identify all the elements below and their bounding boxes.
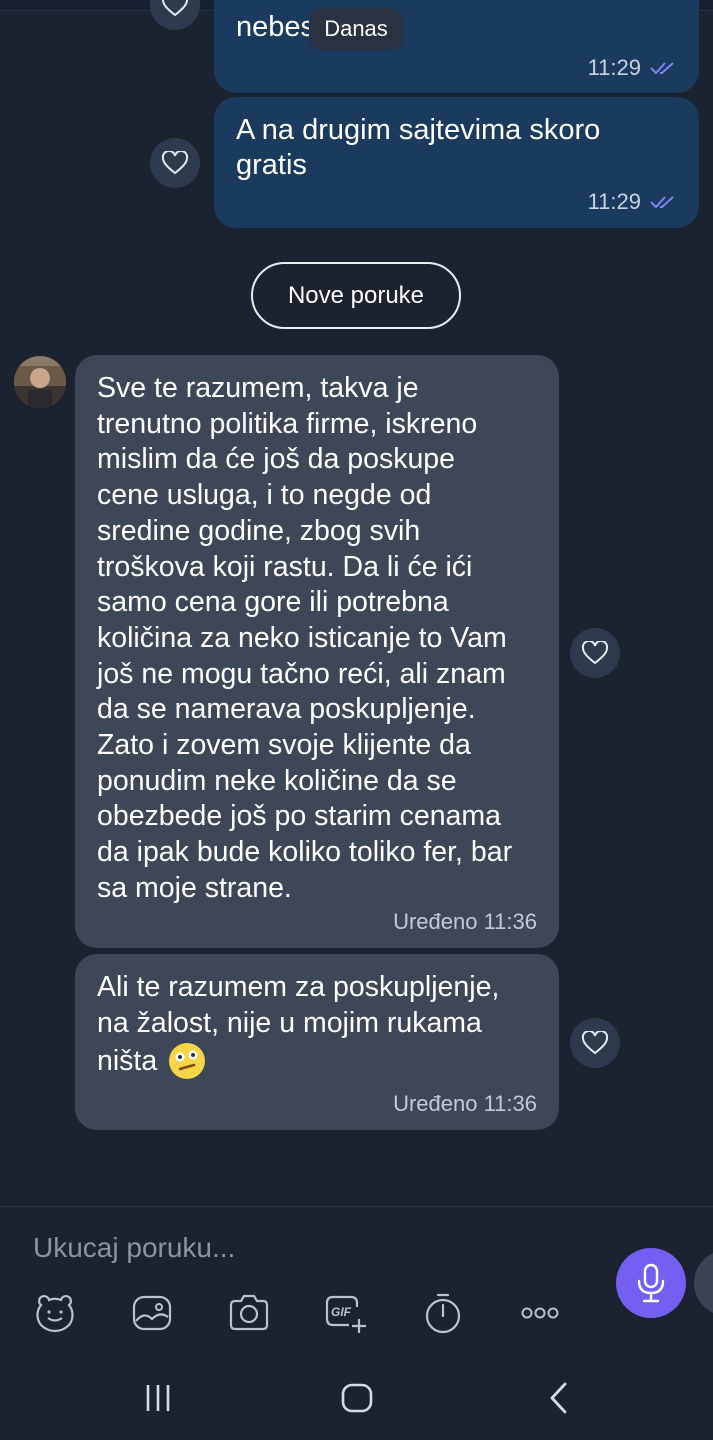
home-button[interactable]	[337, 1378, 377, 1418]
gif-button[interactable]: GIF	[322, 1290, 368, 1336]
camera-button[interactable]	[226, 1290, 272, 1336]
message-line: količina za neko isticanje to Vam	[97, 621, 507, 654]
recents-button[interactable]	[138, 1378, 178, 1418]
composer-divider	[0, 1206, 713, 1207]
gallery-icon	[132, 1295, 172, 1331]
message-meta: Uređeno 11:36	[393, 909, 537, 934]
microphone-icon	[637, 1263, 665, 1303]
timer-icon	[425, 1293, 461, 1334]
heart-icon	[162, 0, 188, 17]
message-meta: 11:29	[588, 55, 677, 81]
like-button[interactable]	[570, 628, 620, 678]
sticker-icon	[36, 1295, 74, 1333]
message-line: još ne mogu tačno reći, ali znam	[97, 657, 506, 690]
message-line-with-emoji: ništa	[97, 1041, 499, 1081]
message-input[interactable]: Ukucaj poruku...	[33, 1232, 235, 1264]
message-time: 11:29	[587, 55, 641, 80]
message-text: A na drugim sajtevima skoro gratis	[236, 114, 601, 181]
timer-button[interactable]	[420, 1290, 466, 1336]
incoming-message[interactable]: Ali te razumem za poskupljenje, na žalos…	[75, 954, 559, 1130]
read-ticks-icon	[650, 196, 674, 209]
message-line: ponudim neke količine da se	[97, 764, 457, 797]
message-time: 11:29	[587, 189, 641, 214]
read-ticks-icon	[650, 62, 674, 75]
heart-icon	[161, 151, 189, 175]
message-line: da ipak bude koliko toliko fer, bar	[97, 836, 513, 869]
gif-icon: GIF	[325, 1295, 366, 1333]
message-line: Ali te razumem za poskupljenje,	[97, 971, 500, 1003]
heart-icon	[581, 641, 609, 665]
message-line: da se namerava poskupljenje.	[97, 693, 476, 726]
outgoing-message[interactable]: A na drugim sajtevima skoro gratis 11:29	[214, 97, 699, 228]
message-line: Zato i zovem svoje klijente da	[97, 729, 471, 762]
incoming-message[interactable]: Sve te razumem, takva je trenutno politi…	[75, 355, 559, 948]
recents-icon	[146, 1385, 170, 1411]
message-meta: Uređeno 11:36	[393, 1091, 537, 1116]
message-text: Ali te razumem za poskupljenje, na žalos…	[97, 970, 499, 1081]
message-line: ništa	[97, 1044, 158, 1077]
back-button[interactable]	[538, 1378, 578, 1418]
message-line: cene usluga, i to negde od	[97, 479, 432, 512]
message-line: obezbede još po starim cenama	[97, 800, 501, 833]
sticker-button[interactable]	[32, 1290, 78, 1336]
like-button[interactable]	[570, 1018, 620, 1068]
home-icon	[341, 1383, 373, 1413]
more-button[interactable]	[517, 1290, 563, 1336]
message-text: Sve te razumem, takva je trenutno politi…	[97, 371, 512, 907]
date-chip: Danas	[309, 8, 403, 50]
message-meta: 11:29	[588, 189, 677, 215]
message-line: mislim da će još da poskupe	[97, 443, 456, 476]
avatar-image	[14, 356, 66, 408]
message-line: samo cena gore ili potrebna	[97, 586, 449, 619]
message-line: trenutno politika firme, iskreno	[97, 407, 478, 440]
message-line: sredine godine, zbog svih	[97, 514, 421, 547]
svg-text:GIF: GIF	[331, 1305, 352, 1319]
voice-message-button[interactable]	[616, 1248, 686, 1318]
like-button[interactable]	[150, 0, 200, 30]
message-line: sa moje strane.	[97, 871, 292, 904]
heart-icon	[581, 1031, 609, 1055]
gallery-button[interactable]	[129, 1290, 175, 1336]
message-line: na žalost, nije u mojim rukama	[97, 1006, 482, 1039]
message-line: Sve te razumem, takva je	[97, 372, 419, 404]
confused-face-icon	[169, 1043, 206, 1080]
like-button[interactable]	[150, 138, 200, 188]
back-icon	[550, 1382, 567, 1414]
camera-icon	[229, 1294, 269, 1331]
outgoing-message[interactable]: nebesa 11:29	[214, 0, 699, 93]
more-icon	[521, 1307, 559, 1319]
side-panel-handle[interactable]	[694, 1250, 713, 1316]
avatar[interactable]	[14, 356, 66, 408]
new-messages-divider[interactable]: Nove poruke	[251, 262, 461, 329]
message-line: troškova koji rastu. Da li će ići	[97, 550, 473, 583]
